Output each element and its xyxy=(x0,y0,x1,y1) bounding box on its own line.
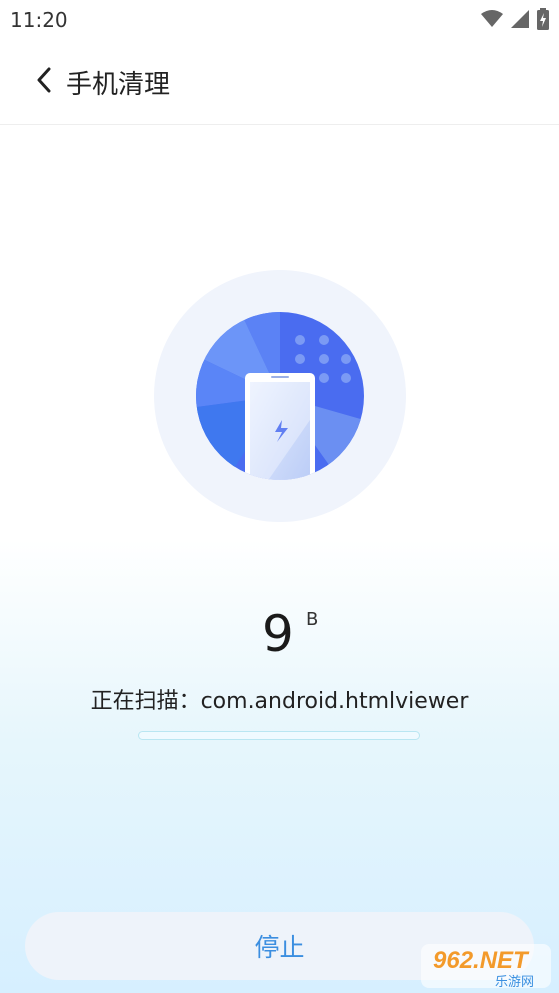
chevron-left-icon xyxy=(37,67,51,93)
header: 手机清理 xyxy=(0,38,559,125)
watermark-text-top: 962.NET xyxy=(433,947,530,974)
scan-progress-bar xyxy=(138,731,420,740)
scanning-label: 正在扫描：com.android.htmlviewer xyxy=(90,689,469,714)
phone-scan-illustration xyxy=(154,270,406,522)
status-time: 11:20 xyxy=(10,8,68,32)
phone-graphic xyxy=(245,373,315,480)
wifi-icon xyxy=(481,10,503,27)
watermark-logo: 962.NET 乐游网 xyxy=(421,944,551,990)
battery-icon xyxy=(537,8,549,30)
scanned-size-unit: B xyxy=(306,609,319,630)
page-title: 手机清理 xyxy=(66,70,171,100)
back-button[interactable] xyxy=(24,60,64,100)
scanned-size-value: 9 xyxy=(262,605,294,663)
watermark-text-bottom: 乐游网 xyxy=(495,975,534,990)
status-bar: 11:20 xyxy=(0,0,559,38)
status-icons xyxy=(481,8,549,30)
cellular-signal-icon xyxy=(511,10,529,28)
scanned-size: 9 B xyxy=(0,605,559,669)
